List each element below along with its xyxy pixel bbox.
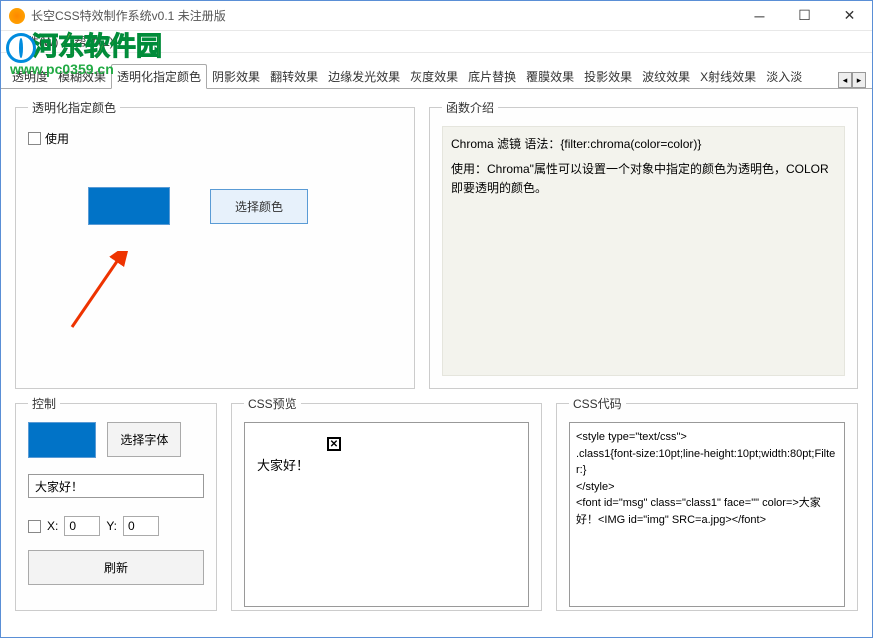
tab-xray[interactable]: X射线效果: [695, 65, 761, 88]
tab-fade[interactable]: 淡入淡: [761, 65, 807, 88]
y-input[interactable]: [123, 516, 159, 536]
panel-func-legend: 函数介绍: [442, 99, 498, 116]
preview-area: ✕ 大家好！: [244, 422, 529, 607]
menu-file[interactable]: 文件(W): [7, 31, 66, 52]
panel-control: 控制 选择字体 X: Y: 刷新: [15, 395, 217, 611]
menu-help[interactable]: 帮助(Z): [66, 31, 121, 52]
panel-specify-color: 透明化指定颜色 使用 选择颜色: [15, 99, 415, 389]
func-syntax: Chroma 滤镜 语法：{filter:chroma(color=color)…: [451, 135, 836, 154]
tab-dropshadow[interactable]: 投影效果: [579, 65, 637, 88]
function-textbox: Chroma 滤镜 语法：{filter:chroma(color=color)…: [442, 126, 845, 376]
enable-checkbox[interactable]: [28, 132, 41, 145]
enable-label: 使用: [45, 130, 69, 147]
menubar: 文件(W) 帮助(Z): [1, 31, 872, 53]
panel-color-legend: 透明化指定颜色: [28, 99, 120, 116]
panel-control-legend: 控制: [28, 395, 60, 412]
panel-function-intro: 函数介绍 Chroma 滤镜 语法：{filter:chroma(color=c…: [429, 99, 858, 389]
tab-mask[interactable]: 覆膜效果: [521, 65, 579, 88]
arrow-annotation: [62, 251, 152, 331]
refresh-button[interactable]: 刷新: [28, 550, 204, 585]
tab-scroll-left[interactable]: ◂: [838, 72, 852, 88]
code-textbox[interactable]: <style type="text/css"> .class1{font-siz…: [569, 422, 845, 607]
tabbar: 透明度 模糊效果 透明化指定颜色 阴影效果 翻转效果 边缘发光效果 灰度效果 底…: [1, 67, 872, 89]
code-line-1: <style type="text/css">: [576, 429, 838, 446]
tab-wave[interactable]: 波纹效果: [637, 65, 695, 88]
tab-flip[interactable]: 翻转效果: [265, 65, 323, 88]
tab-glow[interactable]: 边缘发光效果: [323, 65, 405, 88]
y-label: Y:: [106, 519, 117, 533]
code-line-4: <font id="msg" class="class1" face="" co…: [576, 495, 838, 528]
tab-gray[interactable]: 灰度效果: [405, 65, 463, 88]
func-usage: 使用：Chroma"属性可以设置一个对象中指定的颜色为透明色，COLOR即要透明…: [451, 160, 836, 198]
panel-css-preview: CSS预览 ✕ 大家好！: [231, 395, 542, 611]
x-label: X:: [47, 519, 58, 533]
color-swatch[interactable]: [88, 187, 170, 225]
preview-text: 大家好！: [257, 455, 516, 474]
panel-preview-legend: CSS预览: [244, 395, 301, 412]
choose-color-button[interactable]: 选择颜色: [210, 189, 308, 224]
tab-opacity[interactable]: 透明度: [7, 65, 53, 88]
control-color-swatch[interactable]: [28, 422, 96, 458]
text-input[interactable]: [28, 474, 204, 498]
choose-font-button[interactable]: 选择字体: [107, 422, 181, 457]
app-icon: [9, 8, 25, 24]
tab-blur[interactable]: 模糊效果: [53, 65, 111, 88]
minimize-button[interactable]: ─: [737, 1, 782, 31]
maximize-button[interactable]: ☐: [782, 1, 827, 31]
close-button[interactable]: ✕: [827, 1, 872, 31]
tab-chroma[interactable]: 透明化指定颜色: [111, 64, 207, 89]
panel-css-code: CSS代码 <style type="text/css"> .class1{fo…: [556, 395, 858, 611]
tab-shadow[interactable]: 阴影效果: [207, 65, 265, 88]
broken-image-icon: ✕: [327, 437, 341, 451]
coord-checkbox[interactable]: [28, 520, 41, 533]
titlebar: 长空CSS特效制作系统v0.1 未注册版 ─ ☐ ✕: [1, 1, 872, 31]
tab-scroll-right[interactable]: ▸: [852, 72, 866, 88]
code-line-2: .class1{font-size:10pt;line-height:10pt;…: [576, 446, 838, 479]
panel-code-legend: CSS代码: [569, 395, 626, 412]
code-line-3: </style>: [576, 479, 838, 496]
x-input[interactable]: [64, 516, 100, 536]
tab-invert[interactable]: 底片替换: [463, 65, 521, 88]
window-title: 长空CSS特效制作系统v0.1 未注册版: [31, 7, 737, 24]
